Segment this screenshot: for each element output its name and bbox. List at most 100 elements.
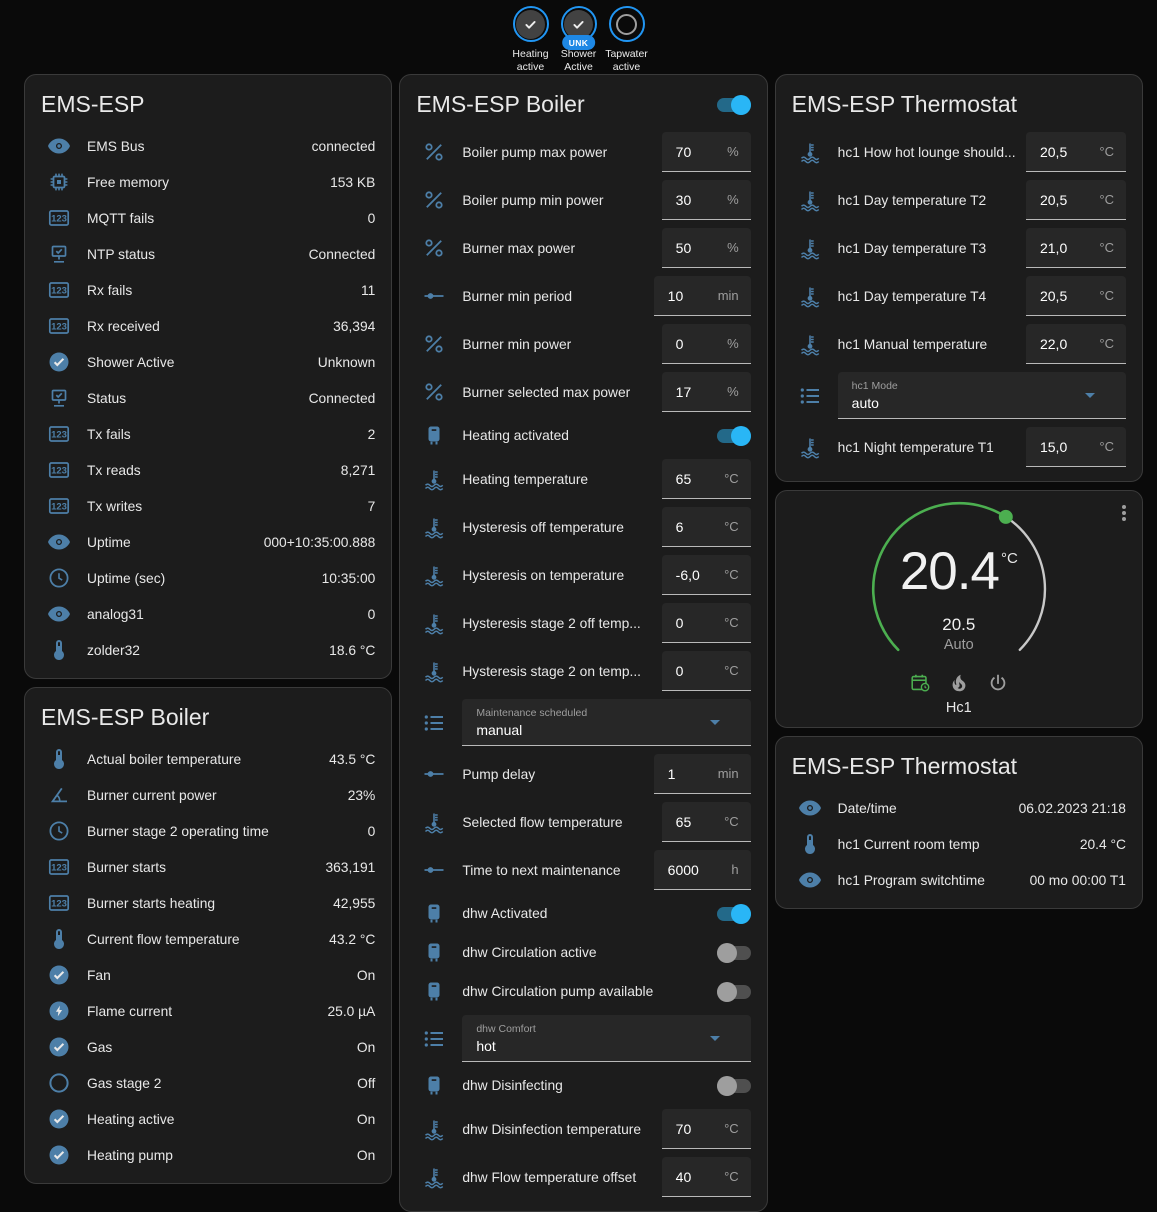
entity-row[interactable]: 123MQTT fails0: [41, 200, 375, 236]
entity-row[interactable]: Hysteresis stage 2 off temp...0°C: [416, 599, 750, 647]
number-input[interactable]: 20,5°C: [1026, 132, 1126, 172]
fire-icon[interactable]: [948, 672, 970, 694]
entity-row[interactable]: Uptime000+10:35:00.888: [41, 524, 375, 560]
number-input[interactable]: 0°C: [662, 603, 751, 643]
number-input[interactable]: 22,0°C: [1026, 324, 1126, 364]
badge-tapwater-active[interactable]: Tapwateractive: [605, 6, 649, 70]
number-input[interactable]: 70%: [662, 132, 751, 172]
number-input[interactable]: 20,5°C: [1026, 180, 1126, 220]
number-input[interactable]: -6,0°C: [662, 555, 751, 595]
number-input[interactable]: 50%: [662, 228, 751, 268]
number-input[interactable]: 0°C: [662, 651, 751, 691]
entity-row[interactable]: hc1 Manual temperature22,0°C: [792, 320, 1126, 368]
toggle-switch[interactable]: [717, 943, 751, 963]
entity-row[interactable]: hc1 Day temperature T420,5°C: [792, 272, 1126, 320]
select-input[interactable]: dhw Comforthot: [462, 1015, 750, 1062]
entity-row[interactable]: hc1 Current room temp20.4 °C: [792, 826, 1126, 862]
toggle-switch[interactable]: [717, 95, 751, 115]
entity-row[interactable]: Pump delay1min: [416, 750, 750, 798]
number-input[interactable]: 40°C: [662, 1157, 751, 1197]
calendar-clock-icon[interactable]: [909, 672, 931, 694]
entity-row[interactable]: 123Burner starts363,191: [41, 849, 375, 885]
number-input[interactable]: 21,0°C: [1026, 228, 1126, 268]
entity-row[interactable]: Burner max power50%: [416, 224, 750, 272]
entity-row[interactable]: Time to next maintenance6000h: [416, 846, 750, 894]
entity-row[interactable]: Boiler pump max power70%: [416, 128, 750, 176]
entity-row[interactable]: dhw Activated: [416, 894, 750, 933]
number-input[interactable]: 10min: [654, 276, 751, 316]
entity-label: Tx reads: [87, 463, 341, 478]
entity-row[interactable]: Current flow temperature43.2 °C: [41, 921, 375, 957]
badge-heating-active[interactable]: Heatingactive: [509, 6, 553, 70]
number-input[interactable]: 6°C: [662, 507, 751, 547]
entity-row[interactable]: Burner current power23%: [41, 777, 375, 813]
entity-row[interactable]: Burner selected max power17%: [416, 368, 750, 416]
number-input[interactable]: 0%: [662, 324, 751, 364]
entity-row[interactable]: Maintenance scheduledmanual: [416, 695, 750, 750]
entity-row[interactable]: zolder3218.6 °C: [41, 632, 375, 668]
entity-row[interactable]: Heating activeOn: [41, 1101, 375, 1137]
entity-row[interactable]: Heating activated: [416, 416, 750, 455]
entity-row[interactable]: Burner stage 2 operating time0: [41, 813, 375, 849]
entity-row[interactable]: Boiler pump min power30%: [416, 176, 750, 224]
entity-row[interactable]: EMS Busconnected: [41, 128, 375, 164]
number-input[interactable]: 6000h: [654, 850, 751, 890]
number-input[interactable]: 65°C: [662, 802, 751, 842]
entity-row[interactable]: 123Tx fails2: [41, 416, 375, 452]
number-input[interactable]: 65°C: [662, 459, 751, 499]
dial-handle[interactable]: [999, 510, 1013, 524]
entity-row[interactable]: Burner min period10min: [416, 272, 750, 320]
entity-row[interactable]: Gas stage 2Off: [41, 1065, 375, 1101]
entity-row[interactable]: analog310: [41, 596, 375, 632]
entity-row[interactable]: hc1 Day temperature T220,5°C: [792, 176, 1126, 224]
entity-row[interactable]: Free memory153 KB: [41, 164, 375, 200]
entity-row[interactable]: dhw Circulation pump available: [416, 972, 750, 1011]
entity-row[interactable]: hc1 Program switchtime00 mo 00:00 T1: [792, 862, 1126, 898]
badge-shower-active[interactable]: UNK ShowerActive: [557, 6, 601, 70]
entity-row[interactable]: NTP statusConnected: [41, 236, 375, 272]
entity-row[interactable]: hc1 Night temperature T115,0°C: [792, 423, 1126, 471]
dots-vertical-icon[interactable]: [1112, 501, 1136, 525]
select-input[interactable]: hc1 Modeauto: [838, 372, 1126, 419]
number-input[interactable]: 17%: [662, 372, 751, 412]
entity-row[interactable]: Selected flow temperature65°C: [416, 798, 750, 846]
entity-row[interactable]: Hysteresis on temperature-6,0°C: [416, 551, 750, 599]
power-icon[interactable]: [987, 672, 1009, 694]
select-input[interactable]: Maintenance scheduledmanual: [462, 699, 750, 746]
toggle-switch[interactable]: [717, 426, 751, 446]
entity-row[interactable]: hc1 Modeauto: [792, 368, 1126, 423]
entity-row[interactable]: Date/time06.02.2023 21:18: [792, 790, 1126, 826]
entity-row[interactable]: FanOn: [41, 957, 375, 993]
entity-row[interactable]: Shower ActiveUnknown: [41, 344, 375, 380]
number-input[interactable]: 30%: [662, 180, 751, 220]
entity-row[interactable]: 123Tx reads8,271: [41, 452, 375, 488]
entity-row[interactable]: dhw Comforthot: [416, 1011, 750, 1066]
entity-row[interactable]: Hysteresis off temperature6°C: [416, 503, 750, 551]
entity-row[interactable]: 123Tx writes7: [41, 488, 375, 524]
entity-row[interactable]: dhw Disinfecting: [416, 1066, 750, 1105]
toggle-switch[interactable]: [717, 982, 751, 1002]
entity-row[interactable]: Flame current25.0 µA: [41, 993, 375, 1029]
entity-row[interactable]: dhw Disinfection temperature70°C: [416, 1105, 750, 1153]
entity-row[interactable]: Actual boiler temperature43.5 °C: [41, 741, 375, 777]
entity-row[interactable]: hc1 Day temperature T321,0°C: [792, 224, 1126, 272]
entity-row[interactable]: 123Rx received36,394: [41, 308, 375, 344]
number-input[interactable]: 15,0°C: [1026, 427, 1126, 467]
entity-row[interactable]: hc1 How hot lounge should...20,5°C: [792, 128, 1126, 176]
entity-row[interactable]: Uptime (sec)10:35:00: [41, 560, 375, 596]
entity-row[interactable]: StatusConnected: [41, 380, 375, 416]
entity-row[interactable]: Hysteresis stage 2 on temp...0°C: [416, 647, 750, 695]
entity-row[interactable]: 123Burner starts heating42,955: [41, 885, 375, 921]
entity-row[interactable]: Heating temperature65°C: [416, 455, 750, 503]
entity-row[interactable]: 123Rx fails11: [41, 272, 375, 308]
entity-row[interactable]: dhw Circulation active: [416, 933, 750, 972]
toggle-switch[interactable]: [717, 904, 751, 924]
entity-row[interactable]: Heating pumpOn: [41, 1137, 375, 1173]
entity-row[interactable]: dhw Flow temperature offset40°C: [416, 1153, 750, 1201]
number-input[interactable]: 20,5°C: [1026, 276, 1126, 316]
entity-row[interactable]: GasOn: [41, 1029, 375, 1065]
entity-row[interactable]: Burner min power0%: [416, 320, 750, 368]
number-input[interactable]: 1min: [654, 754, 751, 794]
toggle-switch[interactable]: [717, 1076, 751, 1096]
number-input[interactable]: 70°C: [662, 1109, 751, 1149]
